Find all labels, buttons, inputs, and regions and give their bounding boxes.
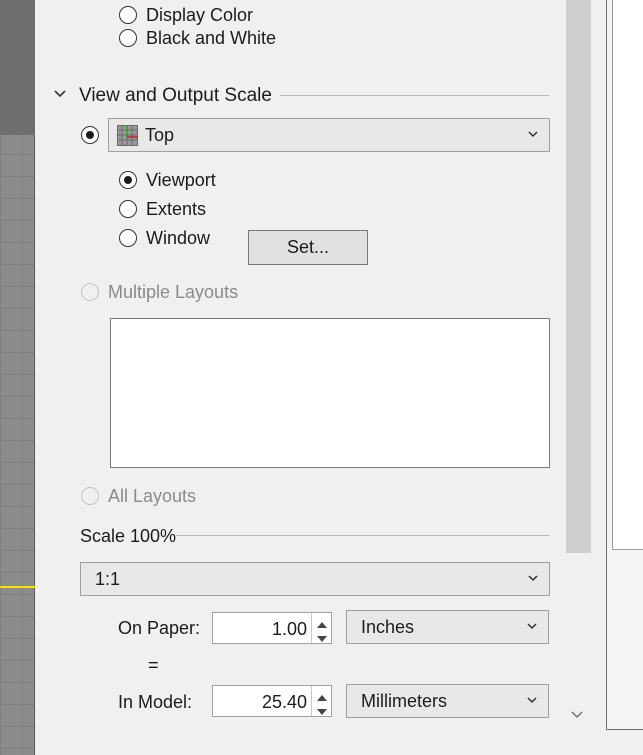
panel-scrollbar[interactable] bbox=[566, 0, 591, 553]
multiple-layouts-radio bbox=[81, 283, 99, 301]
layouts-list[interactable] bbox=[110, 318, 550, 468]
paper-unit-select[interactable]: Inches bbox=[346, 610, 549, 644]
scale-ratio-select[interactable]: 1:1 bbox=[80, 562, 550, 596]
viewport-radio[interactable] bbox=[119, 171, 137, 189]
increment-icon[interactable] bbox=[316, 615, 328, 628]
view-select-value: Top bbox=[145, 125, 175, 145]
paper-unit-value: Inches bbox=[361, 617, 415, 637]
scale-title: Scale 100% bbox=[80, 526, 177, 546]
top-view-icon bbox=[117, 125, 138, 146]
viewport-axis-line bbox=[0, 586, 35, 588]
equals-sign: = bbox=[148, 655, 159, 675]
view-select-chevron-icon bbox=[527, 125, 539, 145]
set-window-button[interactable]: Set... bbox=[248, 230, 368, 265]
viewport-dark-region bbox=[0, 0, 35, 135]
on-paper-arrows[interactable] bbox=[311, 613, 331, 643]
all-layouts-label: All Layouts bbox=[108, 486, 197, 506]
window-label: Window bbox=[146, 228, 211, 248]
in-model-arrows[interactable] bbox=[311, 686, 331, 716]
increment-icon[interactable] bbox=[316, 688, 328, 701]
display-color-radio[interactable] bbox=[119, 6, 137, 24]
scale-ratio-value: 1:1 bbox=[95, 569, 121, 589]
extents-radio[interactable] bbox=[119, 200, 137, 218]
scroll-down-chevron-icon[interactable] bbox=[567, 704, 587, 724]
collapse-chevron-icon[interactable] bbox=[52, 86, 68, 102]
black-and-white-label: Black and White bbox=[146, 28, 277, 48]
view-radio[interactable] bbox=[81, 126, 99, 144]
scale-ratio-chevron-icon bbox=[527, 569, 539, 589]
in-model-label: In Model: bbox=[118, 692, 193, 712]
window-radio[interactable] bbox=[119, 229, 137, 247]
model-unit-chevron-icon bbox=[526, 691, 538, 711]
paper-unit-chevron-icon bbox=[526, 617, 538, 637]
section-divider bbox=[280, 95, 549, 96]
display-color-label: Display Color bbox=[146, 5, 254, 25]
section-title[interactable]: View and Output Scale bbox=[79, 85, 272, 107]
decrement-icon[interactable] bbox=[316, 629, 328, 642]
extents-label: Extents bbox=[146, 199, 207, 219]
all-layouts-radio bbox=[81, 487, 99, 505]
in-model-stepper[interactable]: 25.40 bbox=[212, 685, 332, 717]
model-unit-select[interactable]: Millimeters bbox=[346, 684, 549, 718]
viewport-edge bbox=[0, 0, 35, 755]
multiple-layouts-label: Multiple Layouts bbox=[108, 282, 239, 302]
on-paper-stepper[interactable]: 1.00 bbox=[212, 612, 332, 644]
view-select[interactable]: Top bbox=[108, 118, 550, 152]
on-paper-value: 1.00 bbox=[271, 619, 307, 639]
model-unit-value: Millimeters bbox=[361, 691, 448, 711]
viewport-label: Viewport bbox=[146, 170, 216, 190]
print-preview-page bbox=[612, 0, 643, 550]
decrement-icon[interactable] bbox=[316, 702, 328, 715]
scale-divider bbox=[176, 535, 550, 536]
in-model-value: 25.40 bbox=[261, 692, 307, 712]
black-and-white-radio[interactable] bbox=[119, 29, 137, 47]
on-paper-label: On Paper: bbox=[118, 618, 201, 638]
